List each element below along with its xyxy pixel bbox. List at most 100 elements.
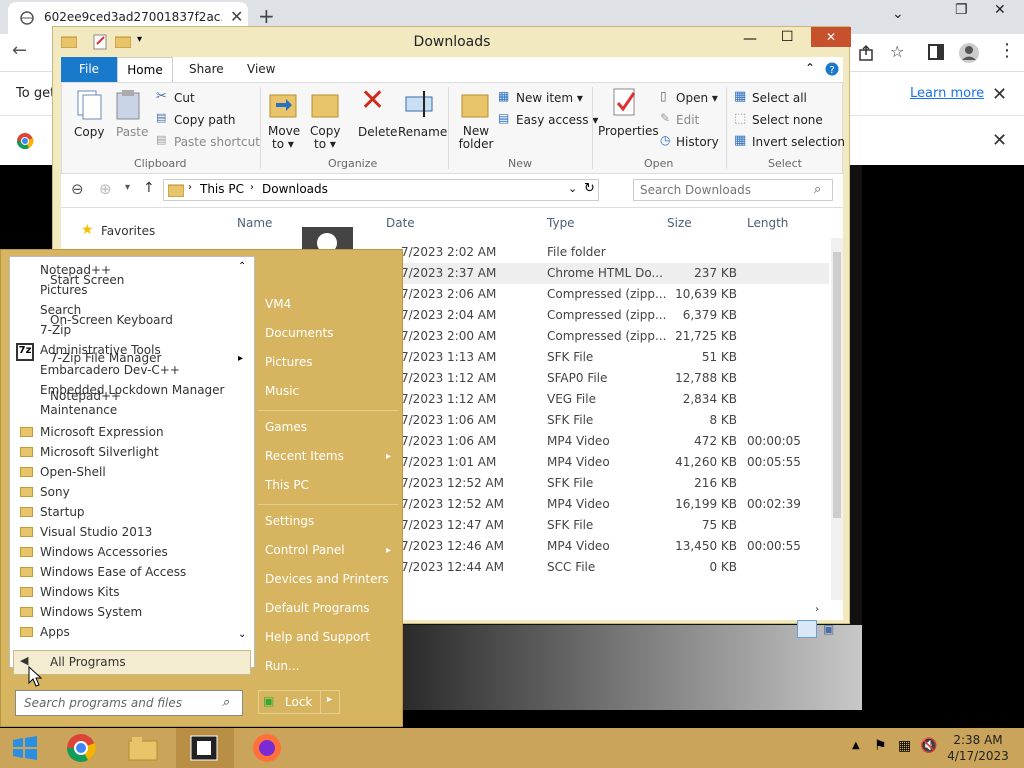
edit-button[interactable]: Edit — [676, 113, 699, 127]
easy-access-button[interactable]: Easy access ▾ — [516, 113, 598, 127]
minimize-icon[interactable]: — — [743, 31, 757, 47]
copy-button[interactable]: Copy — [74, 125, 104, 139]
start-item-run[interactable]: Run... — [265, 659, 299, 673]
close-icon[interactable]: ✕ — [992, 130, 1007, 151]
start-item-games[interactable]: Games — [265, 420, 307, 434]
start-item-vm4[interactable]: VM4 — [265, 297, 291, 311]
program-item[interactable]: Microsoft Silverlight — [40, 445, 159, 459]
tab-view[interactable]: View — [247, 57, 275, 82]
learn-more-link[interactable]: Learn more — [910, 86, 984, 101]
close-window-icon[interactable]: ✕ — [994, 2, 1006, 18]
program-item[interactable]: Microsoft Expression — [40, 425, 164, 439]
close-tab-icon[interactable]: ✕ — [230, 7, 243, 26]
move-to-icon[interactable] — [268, 87, 298, 119]
tray-chevron-icon[interactable]: ▲ — [852, 740, 860, 751]
program-item[interactable]: Pictures — [40, 283, 88, 297]
address-bar[interactable]: › This PC › Downloads ⌄ ↻ — [163, 179, 599, 201]
program-item[interactable]: Windows Kits — [40, 585, 120, 599]
start-item-help-and-support[interactable]: Help and Support — [265, 630, 370, 644]
search-programs-input[interactable]: Search programs and files ⌕ — [15, 690, 243, 716]
start-item-devices-and-printers[interactable]: Devices and Printers — [265, 572, 389, 586]
restore-icon[interactable]: ❐ — [955, 2, 968, 18]
up-arrow-icon[interactable]: ↑ — [143, 180, 155, 196]
copy-path-button[interactable]: Copy path — [174, 113, 236, 127]
volume-muted-icon[interactable]: 🔇 — [920, 738, 937, 754]
new-item-button[interactable]: New item ▾ — [516, 91, 583, 105]
profile-icon[interactable] — [958, 42, 980, 64]
tab-home[interactable]: Home — [117, 57, 173, 82]
start-item-music[interactable]: Music — [265, 384, 299, 398]
start-item-control-panel[interactable]: Control Panel — [265, 543, 345, 557]
program-item[interactable]: Windows System — [40, 605, 142, 619]
copy-icon[interactable] — [74, 89, 104, 121]
taskbar-chrome[interactable] — [52, 728, 110, 768]
breadcrumb-downloads[interactable]: Downloads — [262, 182, 328, 196]
search-input[interactable]: Search Downloads ⌕ — [633, 179, 833, 201]
new-tab-button[interactable]: + — [258, 4, 275, 28]
start-item-default-programs[interactable]: Default Programs — [265, 601, 370, 615]
copy-to-button[interactable]: Copy to ▾ — [310, 125, 340, 151]
start-item-recent-items[interactable]: Recent Items — [265, 449, 344, 463]
program-item[interactable]: Notepad++ — [50, 389, 121, 403]
maximize-icon[interactable]: ☐ — [781, 29, 794, 45]
program-item[interactable]: Windows Ease of Access — [40, 565, 186, 579]
back-icon[interactable]: ← — [12, 40, 27, 61]
scrollbar-thumb[interactable] — [833, 252, 841, 518]
shutdown-options-button[interactable]: ▸ — [320, 690, 340, 714]
scroll-down-icon[interactable]: ⌄ — [238, 629, 246, 640]
move-to-button[interactable]: Move to ▾ — [268, 125, 300, 151]
delete-button[interactable]: Delete — [358, 125, 397, 139]
column-header-type[interactable]: Type — [547, 216, 575, 230]
all-programs-button[interactable]: ◀ All Programs — [13, 650, 251, 675]
program-item[interactable]: Maintenance — [40, 403, 117, 417]
tiles-view-icon[interactable]: ▣ — [823, 622, 834, 636]
select-none-button[interactable]: Select none — [752, 113, 823, 127]
history-button[interactable]: History — [676, 135, 719, 149]
paste-button[interactable]: Paste — [116, 125, 148, 139]
tab-file[interactable]: File — [61, 57, 117, 82]
share-icon[interactable] — [858, 44, 876, 62]
tab-share[interactable]: Share — [189, 57, 224, 82]
properties-button[interactable]: Properties — [598, 125, 659, 138]
close-icon[interactable]: ✕ — [992, 84, 1007, 105]
column-header-date[interactable]: Date — [386, 216, 415, 230]
new-folder-icon[interactable] — [460, 87, 490, 119]
program-item[interactable]: Windows Accessories — [40, 545, 168, 559]
breadcrumb-this-pc[interactable]: This PC — [200, 182, 244, 196]
taskbar-video-app[interactable] — [176, 728, 234, 768]
bookmark-star-icon[interactable]: ☆ — [890, 42, 904, 61]
vertical-scrollbar[interactable] — [831, 238, 843, 600]
rename-icon[interactable] — [404, 89, 434, 121]
cut-button[interactable]: Cut — [174, 91, 195, 105]
program-item[interactable]: Sony — [40, 485, 70, 499]
network-icon[interactable]: ▦ — [898, 738, 911, 754]
column-header-name[interactable]: Name — [237, 216, 272, 230]
scroll-up-icon[interactable]: ⌃ — [238, 261, 246, 272]
taskbar-file-explorer[interactable] — [114, 728, 172, 768]
side-panel-icon[interactable] — [928, 44, 944, 60]
nav-favorites[interactable]: Favorites — [101, 224, 155, 238]
program-item[interactable]: Visual Studio 2013 — [40, 525, 152, 539]
rename-button[interactable]: Rename — [398, 125, 447, 139]
new-folder-button[interactable]: New folder — [458, 125, 494, 151]
column-header-size[interactable]: Size — [667, 216, 692, 230]
start-item-this-pc[interactable]: This PC — [265, 478, 309, 492]
action-center-icon[interactable]: ⚑ — [874, 738, 887, 754]
program-item[interactable]: Startup — [40, 505, 85, 519]
collapse-ribbon-icon[interactable]: ⌃ — [805, 61, 815, 75]
forward-icon[interactable]: ⊕ — [99, 180, 112, 198]
program-item[interactable]: Embarcadero Dev-C++ — [40, 363, 180, 377]
delete-icon[interactable]: ✕ — [360, 83, 385, 118]
start-button[interactable] — [0, 728, 58, 768]
properties-icon[interactable] — [610, 87, 640, 119]
menu-icon[interactable]: ⋮ — [998, 40, 1016, 61]
chevron-down-icon[interactable]: ⌄ — [892, 6, 904, 22]
program-item[interactable]: Open-Shell — [40, 465, 106, 479]
start-item-documents[interactable]: Documents — [265, 326, 333, 340]
program-item[interactable]: Apps — [40, 625, 70, 639]
close-window-button[interactable]: ✕ — [811, 27, 851, 47]
column-header-length[interactable]: Length — [747, 216, 788, 230]
details-view-icon[interactable] — [797, 620, 817, 638]
copy-to-icon[interactable] — [310, 87, 340, 119]
refresh-icon[interactable]: ↻ — [584, 181, 595, 196]
